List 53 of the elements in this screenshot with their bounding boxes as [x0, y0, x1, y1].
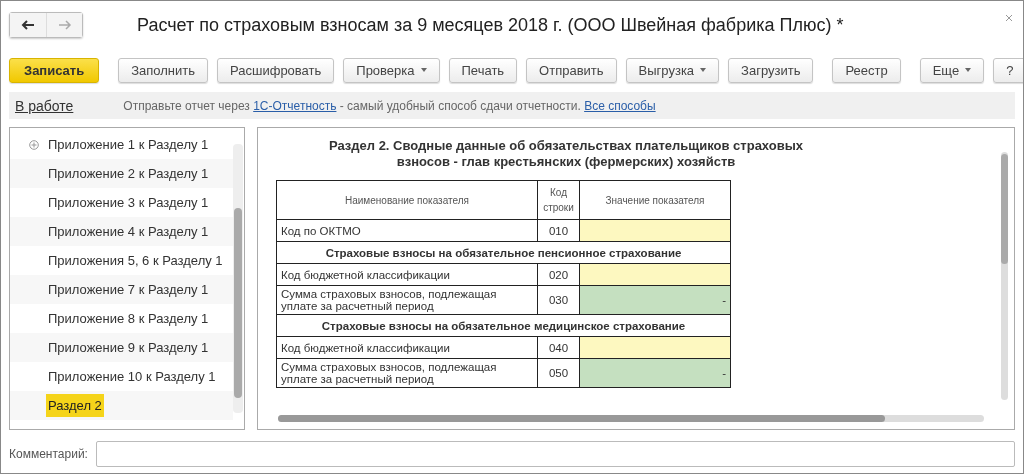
code-cell: 030 — [537, 285, 580, 315]
right-arrow-icon — [57, 20, 72, 30]
toolbar-button[interactable]: Выгрузка — [625, 57, 720, 83]
code-cell: 050 — [537, 358, 580, 388]
column-header: Наименование показателя — [276, 180, 538, 220]
left-arrow-icon — [21, 20, 35, 30]
reporting-link[interactable]: 1С-Отчетность — [253, 98, 337, 113]
info-message: Отправьте отчет через 1С-Отчетность - самый удобный способ сдачи отчетности. Все способы — [123, 98, 656, 113]
section-item[interactable]: Приложение 10 к Разделу 1 — [46, 365, 218, 388]
comment-field[interactable] — [95, 441, 1015, 467]
code-cell: 040 — [537, 336, 580, 359]
column-header: Код строки — [537, 180, 580, 220]
indicator-cell: Код бюджетной классификации — [276, 263, 538, 286]
section-item[interactable]: Приложение 1 к Разделу 1 — [46, 133, 211, 156]
indicator-cell: Код по ОКТМО — [276, 219, 538, 242]
section-item[interactable]: Приложение 3 к Разделу 1 — [46, 191, 211, 214]
section-heading-cell: Страховые взносы на обязательное пенсионное страхование — [276, 241, 731, 264]
toolbar-button[interactable]: Записать — [9, 57, 100, 83]
indicator-cell: Код бюджетной классификации — [276, 336, 538, 359]
section-item[interactable]: Раздел 2 — [46, 394, 104, 417]
scrollbar[interactable] — [278, 415, 984, 422]
code-cell: 010 — [537, 219, 580, 242]
toolbar-button[interactable]: Расшифровать — [217, 57, 335, 83]
section-item[interactable]: Приложения 5, 6 к Разделу 1 — [46, 249, 225, 272]
toolbar-button[interactable]: Заполнить — [118, 57, 209, 83]
toolbar-button[interactable]: Печать — [448, 57, 518, 83]
toolbar-button[interactable]: Проверка — [343, 57, 440, 83]
scrollbar[interactable] — [1001, 152, 1008, 400]
value-field[interactable]: - — [579, 358, 731, 388]
column-header: Значение показателя — [579, 180, 731, 220]
value-field[interactable] — [579, 336, 731, 359]
value-field[interactable] — [579, 219, 731, 242]
toolbar-button[interactable]: Отправить — [526, 57, 617, 83]
comment-label: Комментарий: — [9, 447, 88, 461]
indicator-cell: Сумма страховых взносов, подлежащая уплате за расчетный период — [276, 358, 538, 388]
back-button[interactable] — [10, 13, 46, 37]
all-methods-link[interactable]: Все способы — [584, 98, 656, 113]
indicator-cell: Сумма страховых взносов, подлежащая уплате за расчетный период — [276, 285, 538, 315]
window-title: Расчет по страховым взносам за 9 месяцев 2018 г. (ООО Швейная фабрика Плюс) * — [137, 14, 845, 36]
section-heading-cell: Страховые взносы на обязательное медицинское страхование — [276, 314, 731, 337]
code-cell: 020 — [537, 263, 580, 286]
toolbar-button[interactable]: ? — [993, 57, 1023, 83]
status-link[interactable]: В работе — [15, 97, 74, 114]
section-item[interactable]: Приложение 8 к Разделу 1 — [46, 307, 211, 330]
value-field[interactable]: - — [579, 285, 731, 315]
toolbar-button[interactable]: Еще — [919, 57, 985, 83]
toolbar-button[interactable]: Загрузить — [728, 57, 814, 83]
scrollbar[interactable] — [233, 144, 243, 413]
toolbar-button[interactable]: Реестр — [832, 57, 901, 83]
expand-icon[interactable] — [29, 139, 39, 150]
form-title: Раздел 2. Сводные данные об обязательствах плательщиков страховых взносов - глав крестьянских (фермерских) хозяйств — [327, 138, 805, 170]
value-field[interactable] — [579, 263, 731, 286]
close-icon[interactable] — [1005, 14, 1013, 22]
